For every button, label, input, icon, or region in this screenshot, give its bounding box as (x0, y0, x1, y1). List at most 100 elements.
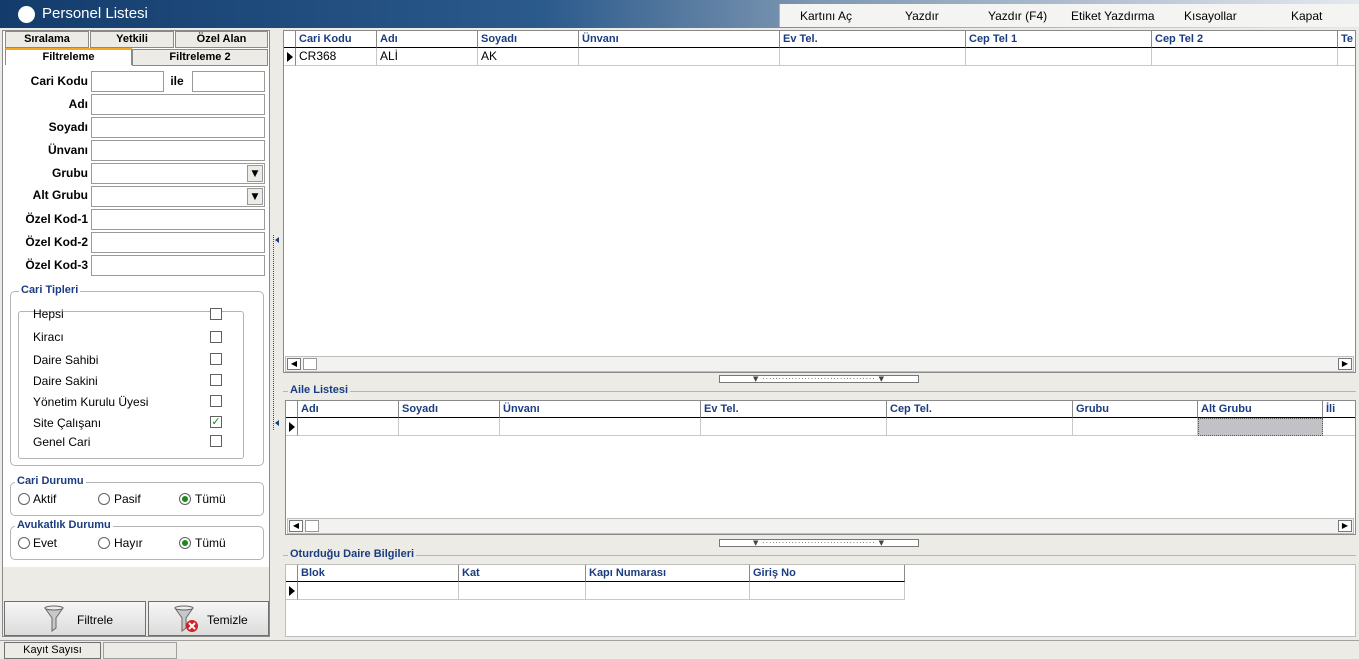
aile-col-grubu[interactable]: Grubu (1073, 401, 1198, 418)
soyadi-input[interactable] (91, 117, 265, 138)
col-te[interactable]: Te (1338, 31, 1355, 48)
menu-kapat[interactable]: Kapat (1291, 9, 1322, 23)
cell-soyadi[interactable]: AK (478, 48, 579, 66)
aile-col-adi[interactable]: Adı (298, 401, 399, 418)
temizle-button[interactable]: Temizle (148, 601, 269, 636)
chevron-down-icon[interactable]: ▼ (247, 165, 263, 182)
avukatlik-durumu-title: Avukatlık Durumu (15, 519, 113, 531)
site-calisani-checkbox[interactable]: ✓ (210, 416, 222, 428)
funnel-icon (44, 605, 64, 632)
daire-col-kat[interactable]: Kat (459, 565, 586, 582)
cell-cep-tel-2[interactable] (1152, 48, 1338, 66)
cari-kodu-from-input[interactable] (91, 71, 164, 92)
daire-cell[interactable] (298, 582, 459, 600)
grubu-label: Grubu (52, 166, 88, 180)
pasif-label: Pasif (114, 492, 141, 506)
cell-te[interactable] (1338, 48, 1355, 66)
scroll-thumb[interactable] (305, 520, 319, 532)
kayit-sayisi-label: Kayıt Sayısı (4, 642, 101, 659)
menu-yazdir-f4[interactable]: Yazdır (F4) (988, 9, 1047, 23)
menu-etiket-yazdirma[interactable]: Etiket Yazdırma (1071, 9, 1155, 23)
aile-col-ili[interactable]: İli (1323, 401, 1355, 418)
aile-cell[interactable] (1323, 418, 1355, 436)
cell-ev-tel[interactable] (780, 48, 966, 66)
aile-cell[interactable] (1073, 418, 1198, 436)
daire-cell[interactable] (586, 582, 750, 600)
avukatlik-tumu-radio[interactable] (179, 537, 191, 549)
daire-sahibi-checkbox[interactable] (210, 353, 222, 365)
unvani-input[interactable] (91, 140, 265, 161)
col-ev-tel[interactable]: Ev Tel. (780, 31, 966, 48)
cari-kodu-to-input[interactable] (192, 71, 265, 92)
yonetim-kurulu-checkbox[interactable] (210, 395, 222, 407)
daire-cell[interactable] (459, 582, 586, 600)
main-grid-hscroll[interactable]: ◀ ▶ (285, 356, 1354, 372)
tab-ozel-alan[interactable]: Özel Alan (175, 31, 268, 48)
aile-col-unvani[interactable]: Ünvanı (500, 401, 701, 418)
col-cari-kodu[interactable]: Cari Kodu (296, 31, 377, 48)
daire-sakini-checkbox[interactable] (210, 374, 222, 386)
col-unvani[interactable]: Ünvanı (579, 31, 780, 48)
col-adi[interactable]: Adı (377, 31, 478, 48)
adi-input[interactable] (91, 94, 265, 115)
tab-siralama[interactable]: Sıralama (5, 31, 89, 48)
daire-col-blok[interactable]: Blok (298, 565, 459, 582)
menu-kisayollar[interactable]: Kısayollar (1184, 9, 1237, 23)
row-indicator-icon (286, 582, 298, 600)
kiraci-checkbox[interactable] (210, 331, 222, 343)
kayit-sayisi-value (103, 642, 177, 659)
collapse-left-icon[interactable] (275, 237, 279, 243)
unvani-label: Ünvanı (47, 143, 88, 157)
cell-cari-kodu[interactable]: CR368 (296, 48, 377, 66)
filtrele-button[interactable]: Filtrele (4, 601, 146, 636)
daire-col-giris-no[interactable]: Giriş No (750, 565, 905, 582)
hepsi-checkbox[interactable] (210, 308, 222, 320)
ozel-kod1-input[interactable] (91, 209, 265, 230)
app-logo-icon (18, 6, 35, 23)
aile-cell[interactable] (399, 418, 500, 436)
tab-filtreleme[interactable]: Filtreleme (5, 48, 132, 65)
chevron-down-icon[interactable]: ▼ (247, 188, 263, 205)
aile-col-cep-tel[interactable]: Cep Tel. (887, 401, 1073, 418)
daire-col-kapi-numarasi[interactable]: Kapı Numarası (586, 565, 750, 582)
tab-yetkili[interactable]: Yetkili (90, 31, 174, 48)
ozel-kod3-input[interactable] (91, 255, 265, 276)
scroll-right-icon[interactable]: ▶ (1338, 520, 1352, 532)
scroll-thumb[interactable] (303, 358, 317, 370)
aile-cell[interactable] (701, 418, 887, 436)
evet-radio[interactable] (18, 537, 30, 549)
tab-filtreleme-2[interactable]: Filtreleme 2 (132, 49, 268, 66)
vertical-splitter[interactable] (273, 235, 279, 430)
ozel-kod2-input[interactable] (91, 232, 265, 253)
aile-col-soyadi[interactable]: Soyadı (399, 401, 500, 418)
pasif-radio[interactable] (98, 493, 110, 505)
cari-tumu-radio[interactable] (179, 493, 191, 505)
alt-grubu-select[interactable]: ▼ (91, 186, 265, 207)
collapse-left-icon[interactable] (275, 420, 279, 426)
aile-col-ev-tel[interactable]: Ev Tel. (701, 401, 887, 418)
aile-cell-focused[interactable] (1198, 418, 1323, 436)
scroll-left-icon[interactable]: ◀ (289, 520, 303, 532)
menu-kartini-ac[interactable]: Kartını Aç (800, 9, 852, 23)
cell-adi[interactable]: ALİ (377, 48, 478, 66)
cell-unvani[interactable] (579, 48, 780, 66)
genel-cari-checkbox[interactable] (210, 435, 222, 447)
scroll-left-icon[interactable]: ◀ (287, 358, 301, 370)
col-cep-tel-2[interactable]: Cep Tel 2 (1152, 31, 1338, 48)
aile-col-alt-grubu[interactable]: Alt Grubu (1198, 401, 1323, 418)
col-cep-tel-1[interactable]: Cep Tel 1 (966, 31, 1152, 48)
scroll-right-icon[interactable]: ▶ (1338, 358, 1352, 370)
horizontal-splitter-1[interactable]: ▼ ··································· ▼ (719, 375, 919, 383)
col-soyadi[interactable]: Soyadı (478, 31, 579, 48)
aktif-radio[interactable] (18, 493, 30, 505)
cell-cep-tel-1[interactable] (966, 48, 1152, 66)
menu-yazdir[interactable]: Yazdır (905, 9, 939, 23)
grubu-select[interactable]: ▼ (91, 163, 265, 184)
daire-cell[interactable] (750, 582, 905, 600)
hayir-radio[interactable] (98, 537, 110, 549)
horizontal-splitter-2[interactable]: ▼ ··································· ▼ (719, 539, 919, 547)
aile-cell[interactable] (298, 418, 399, 436)
aile-cell[interactable] (887, 418, 1073, 436)
aile-grid-hscroll[interactable]: ◀ ▶ (287, 518, 1354, 534)
aile-cell[interactable] (500, 418, 701, 436)
